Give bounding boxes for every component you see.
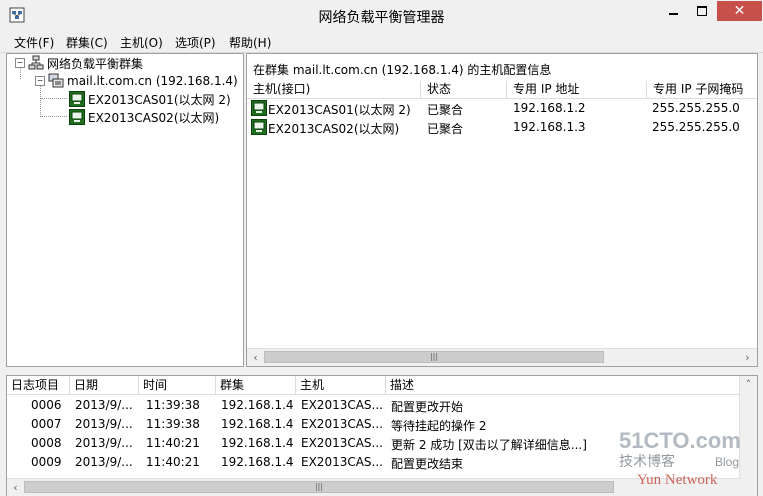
scroll-left-icon[interactable]: ‹ xyxy=(247,349,264,366)
log-time-cell: 11:40:21 xyxy=(146,455,200,469)
log-host-cell: EX2013CAS... xyxy=(301,436,383,450)
nlb-manager-window: 网络负载平衡管理器 ✕ 文件(F) 群集(C) 主机(O) 选项(P) 帮助(H… xyxy=(0,0,763,496)
menu-help[interactable]: 帮助(H) xyxy=(229,34,271,51)
host-converged-icon xyxy=(251,119,267,135)
tree-node-root[interactable]: − 网络负载平衡群集 xyxy=(15,54,143,72)
host-converged-icon xyxy=(69,109,85,125)
log-column-entry[interactable]: 日志项目 xyxy=(7,376,70,395)
log-entry-cell: 0009 xyxy=(31,455,62,469)
collapse-icon[interactable]: − xyxy=(35,76,45,86)
log-time-cell: 11:39:38 xyxy=(146,398,200,412)
log-description-cell: 配置更改开始 xyxy=(391,400,464,414)
menu-host[interactable]: 主机(O) xyxy=(120,34,163,51)
menu-cluster[interactable]: 群集(C) xyxy=(66,34,108,51)
cluster-tree[interactable]: − 网络负载平衡群集 − mail.lt.com.cn (192.168.1.4… xyxy=(6,53,244,367)
menu-options[interactable]: 选项(P) xyxy=(175,34,216,51)
host-panel-hscrollbar[interactable]: ‹ ||| › xyxy=(247,348,757,366)
host-row[interactable]: EX2013CAS02(以太网) 已聚合 192.168.1.3 255.255… xyxy=(247,118,757,137)
column-header-status[interactable]: 状态 xyxy=(421,81,507,99)
log-time-cell: 11:40:21 xyxy=(146,436,200,450)
log-date-cell: 2013/9/... xyxy=(75,417,133,431)
log-entry-cell: 0006 xyxy=(31,398,62,412)
title-bar[interactable]: 网络负载平衡管理器 ✕ xyxy=(0,0,763,30)
log-host-cell: EX2013CAS... xyxy=(301,417,383,431)
log-column-date[interactable]: 日期 xyxy=(70,376,139,395)
log-column-time[interactable]: 时间 xyxy=(139,376,216,395)
host-name-cell: EX2013CAS02(以太网) xyxy=(268,122,400,136)
host-ip-cell: 192.168.1.2 xyxy=(513,101,586,115)
scroll-thumb[interactable]: ||| xyxy=(24,481,614,493)
host-converged-icon xyxy=(251,100,267,116)
minimize-icon xyxy=(669,13,678,15)
log-row[interactable]: 0008 2013/9/... 11:40:21 192.168.1.4 EX2… xyxy=(7,434,742,453)
close-button[interactable]: ✕ xyxy=(717,1,762,21)
log-cluster-cell: 192.168.1.4 xyxy=(221,398,294,412)
log-column-cluster[interactable]: 群集 xyxy=(216,376,296,395)
host-converged-icon xyxy=(69,91,85,107)
tree-node-host-1[interactable]: EX2013CAS01(以太网 2) xyxy=(69,90,231,108)
maximize-icon xyxy=(696,6,707,16)
log-cluster-cell: 192.168.1.4 xyxy=(221,417,294,431)
log-row[interactable]: 0006 2013/9/... 11:39:38 192.168.1.4 EX2… xyxy=(7,396,742,415)
host-config-panel: 在群集 mail.lt.com.cn (192.168.1.4) 的主机配置信息… xyxy=(246,53,758,367)
log-description-cell: 更新 2 成功 [双击以了解详细信息...] xyxy=(391,438,587,452)
log-entry-cell: 0008 xyxy=(31,436,62,450)
log-hscrollbar[interactable]: ‹ ||| xyxy=(7,478,742,496)
log-column-host[interactable]: 主机 xyxy=(296,376,386,395)
scroll-thumb[interactable]: ||| xyxy=(264,351,604,363)
scroll-up-icon[interactable]: ˄ xyxy=(740,376,757,393)
host-ip-cell: 192.168.1.3 xyxy=(513,120,586,134)
host-panel-caption: 在群集 mail.lt.com.cn (192.168.1.4) 的主机配置信息 xyxy=(253,63,552,77)
tree-host-label: EX2013CAS01(以太网 2) xyxy=(88,92,231,107)
host-mask-cell: 255.255.255.0 xyxy=(652,101,740,115)
host-name-cell: EX2013CAS01(以太网 2) xyxy=(268,103,411,117)
scroll-left-icon[interactable]: ‹ xyxy=(7,479,24,496)
close-icon: ✕ xyxy=(733,3,746,19)
column-header-subnet-mask[interactable]: 专用 IP 子网掩码 xyxy=(647,81,757,99)
column-header-host[interactable]: 主机(接口) xyxy=(247,81,421,99)
cluster-icon xyxy=(48,73,64,88)
cluster-group-icon xyxy=(28,55,44,70)
log-row[interactable]: 0009 2013/9/... 11:40:21 192.168.1.4 EX2… xyxy=(7,453,742,472)
menu-file[interactable]: 文件(F) xyxy=(14,34,54,51)
tree-node-cluster[interactable]: − mail.lt.com.cn (192.168.1.4) xyxy=(35,72,238,90)
log-column-description[interactable]: 描述 xyxy=(386,376,742,395)
log-time-cell: 11:39:38 xyxy=(146,417,200,431)
minimize-button[interactable] xyxy=(660,1,687,21)
log-date-cell: 2013/9/... xyxy=(75,455,133,469)
log-row[interactable]: 0007 2013/9/... 11:39:38 192.168.1.4 EX2… xyxy=(7,415,742,434)
menu-bar: 文件(F) 群集(C) 主机(O) 选项(P) 帮助(H) xyxy=(0,31,763,53)
host-mask-cell: 255.255.255.0 xyxy=(652,120,740,134)
log-date-cell: 2013/9/... xyxy=(75,398,133,412)
window-title: 网络负载平衡管理器 xyxy=(318,10,445,26)
log-host-cell: EX2013CAS... xyxy=(301,398,383,412)
host-status-cell: 已聚合 xyxy=(427,122,464,136)
tree-node-host-2[interactable]: EX2013CAS02(以太网) xyxy=(69,108,219,126)
log-cluster-cell: 192.168.1.4 xyxy=(221,455,294,469)
log-description-cell: 配置更改结束 xyxy=(391,457,464,471)
collapse-icon[interactable]: − xyxy=(15,58,25,68)
tree-host-label: EX2013CAS02(以太网) xyxy=(88,110,220,125)
host-row[interactable]: EX2013CAS01(以太网 2) 已聚合 192.168.1.2 255.2… xyxy=(247,99,757,118)
log-cluster-cell: 192.168.1.4 xyxy=(221,436,294,450)
log-host-cell: EX2013CAS... xyxy=(301,455,383,469)
scroll-right-icon[interactable]: › xyxy=(739,349,756,366)
log-entry-cell: 0007 xyxy=(31,417,62,431)
tree-cluster-label: mail.lt.com.cn (192.168.1.4) xyxy=(67,74,238,88)
log-description-cell: 等待挂起的操作 2 xyxy=(391,419,487,433)
host-status-cell: 已聚合 xyxy=(427,103,464,117)
tree-root-label: 网络负载平衡群集 xyxy=(47,56,144,71)
maximize-button[interactable] xyxy=(688,1,715,21)
column-header-dedicated-ip[interactable]: 专用 IP 地址 xyxy=(507,81,647,99)
log-date-cell: 2013/9/... xyxy=(75,436,133,450)
log-panel: 日志项目 日期 时间 群集 主机 描述 0006 2013/9/... 11:3… xyxy=(6,375,758,496)
